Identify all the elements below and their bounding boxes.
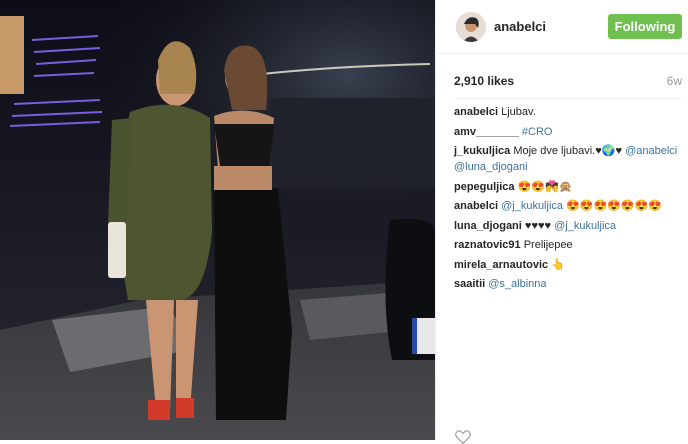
post-time[interactable]: 6w xyxy=(667,74,682,88)
comment-link[interactable]: @s_albinna xyxy=(488,278,546,290)
following-button[interactable]: Following xyxy=(608,14,682,39)
comment-username[interactable]: anabelci xyxy=(454,200,498,212)
comment-item: amv_______ #CRO xyxy=(454,124,682,140)
comment-text: 😍😍💏🙊 xyxy=(517,180,573,193)
comment-link[interactable]: @anabelci xyxy=(625,145,677,157)
comment-username[interactable]: amv_______ xyxy=(454,126,519,138)
comment-username[interactable]: mirela_arnautovic xyxy=(454,259,548,271)
comment-text: ♥♥♥♥ xyxy=(524,219,552,232)
comment-item: anabelci @j_kukuljica 😍😍😍😍😍😍😍 xyxy=(454,198,682,214)
post-sidebar: anabelci Following 2,910 likes 6w anabel… xyxy=(435,0,688,444)
post-meta: 2,910 likes 6w xyxy=(454,74,682,90)
comment-link[interactable]: @j_kukuljica xyxy=(554,220,616,232)
comment-item: anabelci Ljubav. xyxy=(454,104,682,120)
comment-item: saaitii @s_albinna xyxy=(454,276,682,292)
divider xyxy=(454,98,682,99)
comment-text: Moje dve ljubavi.♥🌍♥ xyxy=(513,145,623,157)
neon-panel xyxy=(0,16,24,94)
comments-list: anabelci Ljubav. amv_______ #CRO j_kukulji… xyxy=(454,104,682,296)
comment-username[interactable]: raznatovic91 xyxy=(454,239,521,251)
comment-username[interactable]: pepeguljica xyxy=(454,181,515,193)
comment-link[interactable]: @j_kukuljica xyxy=(501,200,563,212)
comment-username[interactable]: luna_djogani xyxy=(454,220,522,232)
post-photo[interactable] xyxy=(0,0,435,440)
comment-link[interactable]: #CRO xyxy=(522,126,553,138)
profile-avatar[interactable] xyxy=(456,12,486,42)
comment-text: 😍😍😍😍😍😍😍 xyxy=(566,200,662,212)
comment-text: Prelijepee xyxy=(523,239,573,251)
comment-item: mirela_arnautovic 👆 xyxy=(454,257,682,273)
water xyxy=(270,98,435,188)
comment-item: j_kukuljica Moje dve ljubavi.♥🌍♥ @anabel… xyxy=(454,143,682,175)
comment-link[interactable]: @luna_djogani xyxy=(454,161,528,173)
instagram-post: anabelci Following 2,910 likes 6w anabel… xyxy=(0,0,688,444)
comment-username[interactable]: saaitii xyxy=(454,278,485,290)
heart-icon[interactable] xyxy=(454,430,472,444)
likes-count[interactable]: 2,910 likes xyxy=(454,74,514,88)
photo-scene xyxy=(0,0,435,440)
comment-item: raznatovic91 Prelijepee xyxy=(454,237,682,253)
comment-item: pepeguljica 😍😍💏🙊 xyxy=(454,179,682,195)
comment-text: Ljubav. xyxy=(501,106,536,118)
comment-text: 👆 xyxy=(551,258,565,271)
comment-username[interactable]: j_kukuljica xyxy=(454,145,510,157)
comment-username[interactable]: anabelci xyxy=(454,106,498,118)
post-username[interactable]: anabelci xyxy=(494,19,546,34)
comment-item: luna_djogani ♥♥♥♥ @j_kukuljica xyxy=(454,218,682,234)
post-header: anabelci Following xyxy=(436,0,688,54)
